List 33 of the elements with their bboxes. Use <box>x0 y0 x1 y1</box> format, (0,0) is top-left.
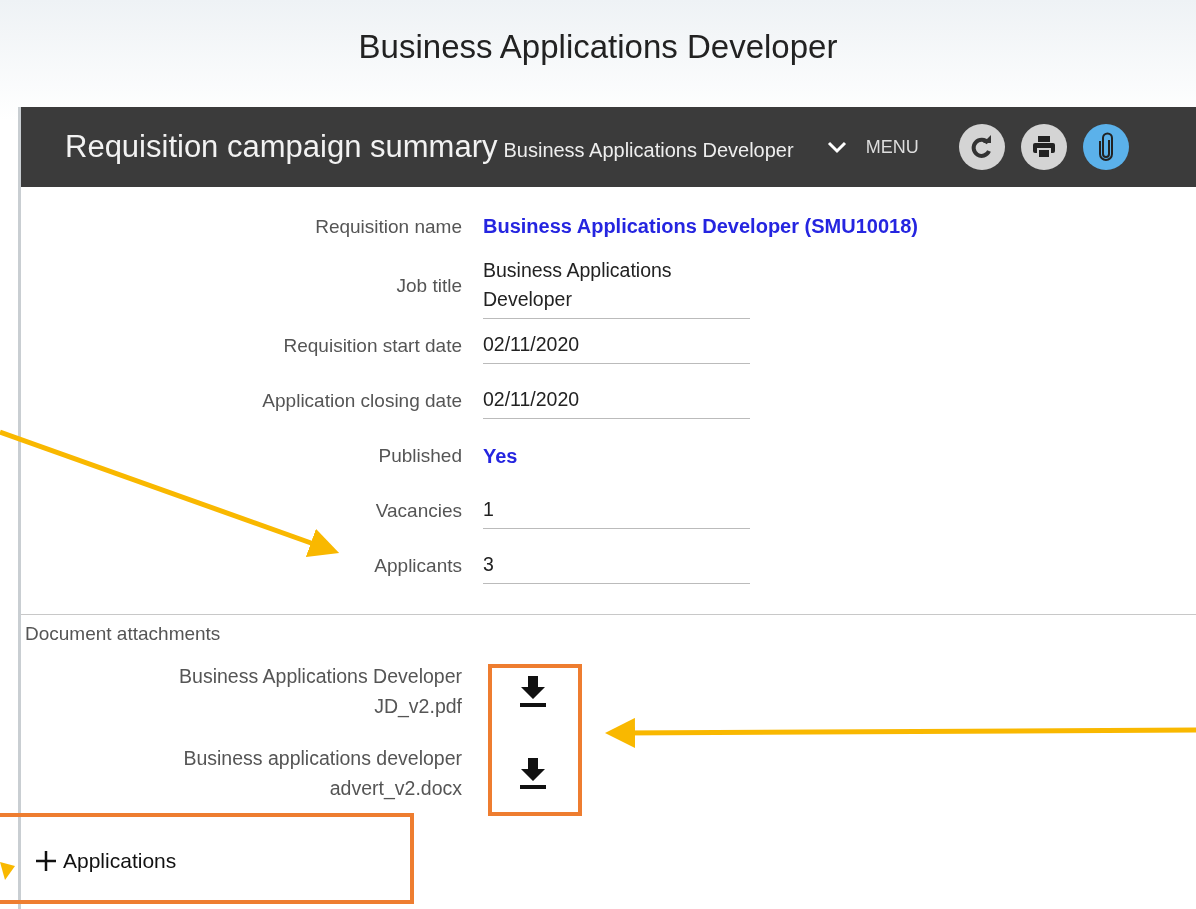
field-label: Vacancies <box>374 500 462 522</box>
page-title: Business Applications Developer <box>358 27 838 66</box>
field-label: Published <box>377 445 462 467</box>
menu-button[interactable]: MENU <box>865 136 919 158</box>
field-label: Applicants <box>373 555 462 577</box>
field-value: Business Applications Developer <box>483 254 750 319</box>
annotation-arrow <box>0 862 15 880</box>
field-value: 02/11/2020 <box>483 328 750 364</box>
applications-expander[interactable]: Applications <box>35 849 177 874</box>
download-button[interactable] <box>518 673 548 708</box>
download-icon <box>518 673 548 708</box>
file-name: Business Applications Developer JD_v2.pdf <box>178 663 462 720</box>
field-value: 02/11/2020 <box>483 383 750 419</box>
print-button[interactable] <box>1020 124 1067 170</box>
field-value: 3 <box>483 548 750 584</box>
field-link[interactable]: Business Applications Developer (SMU10018) <box>483 215 918 238</box>
header-subtitle: Business Applications Developer <box>503 138 794 162</box>
field-label: Requisition name <box>314 215 462 238</box>
field-value: 1 <box>483 493 750 529</box>
chevron-down-icon[interactable] <box>825 140 848 154</box>
refresh-button[interactable] <box>958 124 1005 170</box>
download-icon <box>518 756 548 791</box>
field-label: Application closing date <box>261 390 462 412</box>
plus-icon <box>35 850 57 873</box>
attach-button[interactable] <box>1082 124 1129 170</box>
printer-icon <box>1030 134 1057 160</box>
download-button[interactable] <box>518 756 548 791</box>
section-title: Document attachments <box>24 621 222 645</box>
header-title: Requisition campaign summary <box>65 129 498 165</box>
field-label: Requisition start date <box>282 335 462 357</box>
field-label: Job title <box>395 275 462 298</box>
file-name: Business applications developer advert_v2.docx <box>182 745 462 802</box>
field-link[interactable]: Yes <box>483 444 518 468</box>
